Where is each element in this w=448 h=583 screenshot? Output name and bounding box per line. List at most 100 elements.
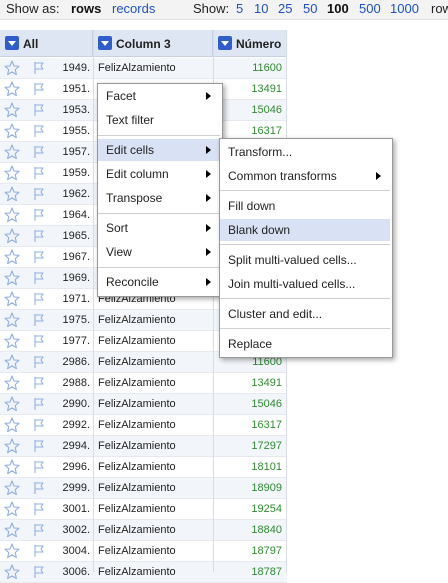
submenu-item-replace[interactable]: Replace	[220, 333, 390, 355]
cell-numero[interactable]: 13491	[215, 377, 282, 389]
star-icon[interactable]	[4, 459, 20, 475]
cell-column-3[interactable]: FelizAlzamiento	[98, 545, 176, 557]
flag-icon[interactable]	[31, 81, 47, 97]
flag-icon[interactable]	[31, 249, 47, 265]
cell-numero[interactable]: 18797	[215, 545, 282, 557]
star-icon[interactable]	[4, 60, 20, 76]
cell-column-3[interactable]: FelizAlzamiento	[98, 524, 176, 536]
flag-icon[interactable]	[31, 291, 47, 307]
cell-numero[interactable]: 16317	[215, 125, 282, 137]
records-mode-link[interactable]: records	[112, 1, 155, 16]
page-size-500[interactable]: 500	[359, 1, 381, 16]
star-icon[interactable]	[4, 207, 20, 223]
star-icon[interactable]	[4, 417, 20, 433]
star-icon[interactable]	[4, 480, 20, 496]
star-icon[interactable]	[4, 186, 20, 202]
cell-column-3[interactable]: FelizAlzamiento	[98, 398, 176, 410]
star-icon[interactable]	[4, 438, 20, 454]
cell-column-3[interactable]: FelizAlzamiento	[98, 461, 176, 473]
star-icon[interactable]	[4, 522, 20, 538]
cell-column-3[interactable]: FelizAlzamiento	[98, 566, 176, 578]
submenu-item-blank-down[interactable]: Blank down	[220, 219, 390, 241]
flag-icon[interactable]	[31, 543, 47, 559]
star-icon[interactable]	[4, 228, 20, 244]
flag-icon[interactable]	[31, 207, 47, 223]
flag-icon[interactable]	[31, 144, 47, 160]
flag-icon[interactable]	[31, 354, 47, 370]
page-size-25[interactable]: 25	[278, 1, 292, 16]
star-icon[interactable]	[4, 123, 20, 139]
star-icon[interactable]	[4, 354, 20, 370]
cell-numero[interactable]: 18787	[215, 566, 282, 578]
cell-numero[interactable]: 13491	[215, 83, 282, 95]
cell-column-3[interactable]: FelizAlzamiento	[98, 503, 176, 515]
flag-icon[interactable]	[31, 123, 47, 139]
star-icon[interactable]	[4, 270, 20, 286]
flag-icon[interactable]	[31, 165, 47, 181]
star-icon[interactable]	[4, 312, 20, 328]
star-icon[interactable]	[4, 501, 20, 517]
flag-icon[interactable]	[31, 438, 47, 454]
cell-numero[interactable]: 16317	[215, 419, 282, 431]
submenu-item-transform[interactable]: Transform...	[220, 141, 390, 163]
cell-column-3[interactable]: FelizAlzamiento	[98, 62, 176, 74]
menu-item-reconcile[interactable]: Reconcile	[98, 271, 220, 293]
flag-icon[interactable]	[31, 186, 47, 202]
flag-icon[interactable]	[31, 417, 47, 433]
flag-icon[interactable]	[31, 480, 47, 496]
column-dropdown-icon[interactable]	[98, 36, 112, 50]
column-dropdown-icon[interactable]	[5, 36, 19, 50]
flag-icon[interactable]	[31, 60, 47, 76]
star-icon[interactable]	[4, 375, 20, 391]
star-icon[interactable]	[4, 249, 20, 265]
cell-column-3[interactable]: FelizAlzamiento	[98, 314, 176, 326]
submenu-item-join-multi-valued[interactable]: Join multi-valued cells...	[220, 273, 390, 295]
cell-column-3[interactable]: FelizAlzamiento	[98, 482, 176, 494]
star-icon[interactable]	[4, 396, 20, 412]
star-icon[interactable]	[4, 144, 20, 160]
cell-numero[interactable]: 15046	[215, 104, 282, 116]
star-icon[interactable]	[4, 564, 20, 580]
cell-column-3[interactable]: FelizAlzamiento	[98, 440, 176, 452]
menu-item-view[interactable]: View	[98, 241, 220, 263]
page-size-1000[interactable]: 1000	[390, 1, 419, 16]
flag-icon[interactable]	[31, 396, 47, 412]
menu-item-edit-column[interactable]: Edit column	[98, 163, 220, 185]
submenu-item-common-transforms[interactable]: Common transforms	[220, 165, 390, 187]
flag-icon[interactable]	[31, 228, 47, 244]
flag-icon[interactable]	[31, 501, 47, 517]
cell-numero[interactable]: 19254	[215, 503, 282, 515]
star-icon[interactable]	[4, 102, 20, 118]
flag-icon[interactable]	[31, 333, 47, 349]
menu-item-edit-cells[interactable]: Edit cells	[98, 139, 220, 161]
menu-item-transpose[interactable]: Transpose	[98, 187, 220, 209]
column-dropdown-icon[interactable]	[218, 36, 232, 50]
cell-column-3[interactable]: FelizAlzamiento	[98, 356, 176, 368]
menu-item-facet[interactable]: Facet	[98, 85, 220, 107]
star-icon[interactable]	[4, 543, 20, 559]
flag-icon[interactable]	[31, 375, 47, 391]
cell-numero[interactable]: 18840	[215, 524, 282, 536]
submenu-item-fill-down[interactable]: Fill down	[220, 195, 390, 217]
cell-numero[interactable]: 18909	[215, 482, 282, 494]
page-size-50[interactable]: 50	[303, 1, 317, 16]
flag-icon[interactable]	[31, 270, 47, 286]
cell-numero[interactable]: 11600	[215, 62, 282, 74]
flag-icon[interactable]	[31, 459, 47, 475]
star-icon[interactable]	[4, 81, 20, 97]
menu-item-text-filter[interactable]: Text filter	[98, 109, 220, 131]
cell-numero[interactable]: 18101	[215, 461, 282, 473]
flag-icon[interactable]	[31, 564, 47, 580]
cell-numero[interactable]: 15046	[215, 398, 282, 410]
star-icon[interactable]	[4, 291, 20, 307]
cell-column-3[interactable]: FelizAlzamiento	[98, 419, 176, 431]
flag-icon[interactable]	[31, 102, 47, 118]
star-icon[interactable]	[4, 333, 20, 349]
submenu-item-split-multi-valued[interactable]: Split multi-valued cells...	[220, 249, 390, 271]
page-size-5[interactable]: 5	[236, 1, 243, 16]
star-icon[interactable]	[4, 165, 20, 181]
flag-icon[interactable]	[31, 522, 47, 538]
cell-numero[interactable]: 17297	[215, 440, 282, 452]
flag-icon[interactable]	[31, 312, 47, 328]
cell-column-3[interactable]: FelizAlzamiento	[98, 377, 176, 389]
